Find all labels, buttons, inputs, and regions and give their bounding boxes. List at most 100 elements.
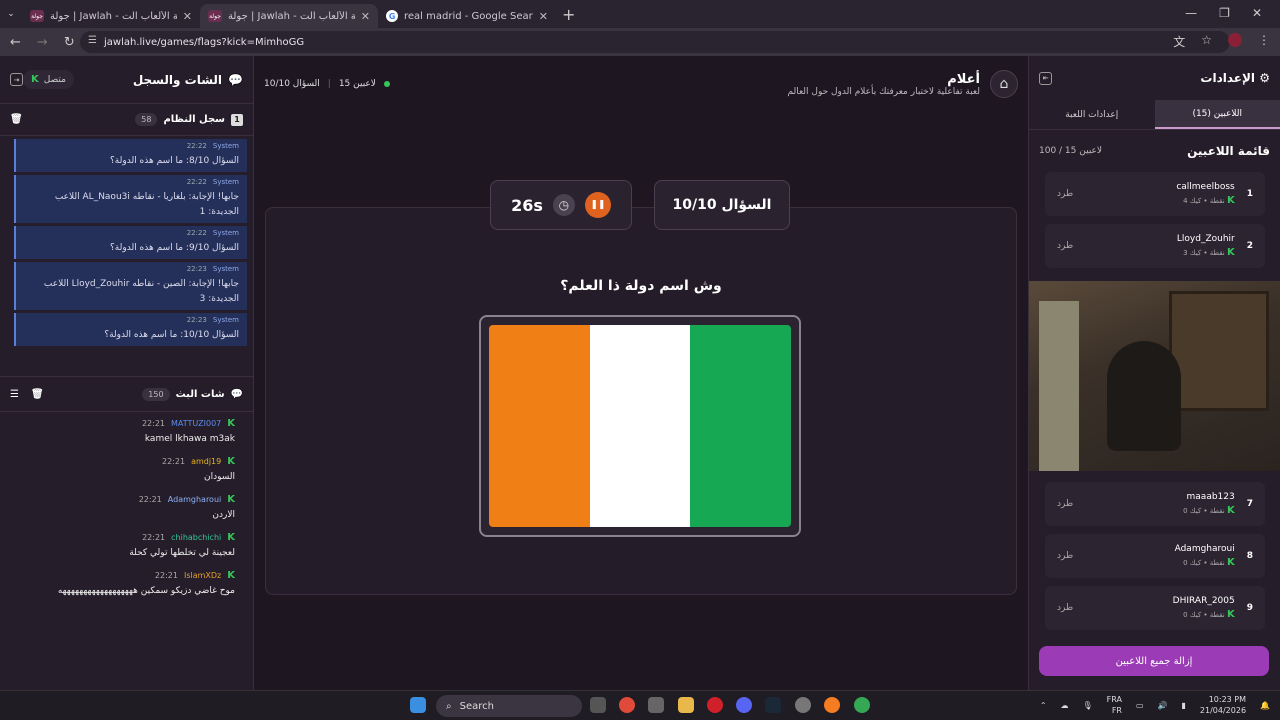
browser-tab-3[interactable]: Greal madrid - Google Search ✕ xyxy=(378,4,556,28)
bookshelf xyxy=(1169,291,1269,411)
address-bar[interactable]: ☰ jawlah.live/games/flags?kick=MimhoGG xyxy=(80,31,1230,53)
close-icon[interactable]: ✕ xyxy=(539,10,548,23)
restore-icon[interactable]: ❐ xyxy=(1219,6,1230,20)
chevron-up-icon[interactable]: ⌃ xyxy=(1040,701,1047,710)
reload-icon[interactable]: ↻ xyxy=(64,35,75,50)
message-text: لعجينة لي تخلطها تولي كحلة xyxy=(129,548,235,558)
player-row: طرد Adamgharoui 0 نقطة • كيك K8 xyxy=(1045,534,1265,578)
google-icon: G xyxy=(386,10,398,22)
system-message: 22:23 System السؤال 10/10: ما اسم هذه الدو… xyxy=(14,313,247,346)
kick-button[interactable]: طرد xyxy=(1057,189,1073,199)
browser-tab-2[interactable]: جولة جولة | Jawlah - منصة الألعاب الت... ✕ xyxy=(200,4,378,28)
message-time: 22:21 xyxy=(154,571,178,580)
chrome-active-icon[interactable] xyxy=(854,697,870,713)
file-explorer-icon[interactable] xyxy=(678,697,694,713)
system-message: 22:22 System السؤال 8/10: ما اسم هذه الدول… xyxy=(14,139,247,172)
network-icon[interactable]: ▭ xyxy=(1136,701,1144,710)
kick-icon: K xyxy=(227,418,235,429)
battery-icon[interactable]: ▮ xyxy=(1182,701,1186,710)
chrome-icon[interactable] xyxy=(619,697,635,713)
profile-icon[interactable] xyxy=(1228,33,1242,47)
chat-panel: ⇥ K متصل الشات والسجل 💬 🗑 58 سجل النظام 1 22… xyxy=(0,56,254,690)
cloud-icon[interactable]: ☁ xyxy=(1061,701,1069,710)
align-icon[interactable]: ☰ xyxy=(10,389,19,400)
firefox-icon[interactable] xyxy=(824,697,840,713)
forward-icon[interactable]: → xyxy=(37,35,48,50)
player-source: كيك xyxy=(1189,197,1202,205)
player-points: 4 نقطة xyxy=(1183,197,1225,205)
collapse-panel-icon[interactable]: ⇤ xyxy=(1039,71,1052,85)
flag-stripe-green xyxy=(690,325,791,527)
star-icon[interactable]: ☆ xyxy=(1201,33,1212,50)
collapse-panel-icon[interactable]: ⇥ xyxy=(10,73,23,86)
message-text: اللاعب AL_Naou3i جابها! الإجابة: بلغاريا… xyxy=(54,192,239,217)
kick-button[interactable]: طرد xyxy=(1057,551,1073,561)
chat-icon: 💬 xyxy=(228,72,243,87)
settings-tabs: إعدادات اللعبة اللاعبين (15) xyxy=(1029,100,1280,130)
timer-seconds: 26s xyxy=(511,195,543,215)
kick-icon: K xyxy=(31,74,39,85)
back-icon[interactable]: ← xyxy=(10,35,21,50)
flag-image xyxy=(489,325,791,527)
tab-game-settings[interactable]: إعدادات اللعبة xyxy=(1029,100,1155,129)
timer: 26s ◷ ❚❚ xyxy=(490,180,632,230)
close-icon[interactable]: ✕ xyxy=(361,10,370,23)
tab-players[interactable]: اللاعبين (15) xyxy=(1154,100,1280,129)
taskbar-search[interactable]: ⌕ Search xyxy=(436,695,582,717)
trash-icon[interactable]: 🗑 xyxy=(10,114,23,125)
snipping-tool-icon[interactable] xyxy=(648,697,664,713)
settings-app-icon[interactable] xyxy=(795,697,811,713)
remove-all-players-button[interactable]: إزالة جميع اللاعبين xyxy=(1039,646,1269,676)
clock-icon: ◷ xyxy=(552,194,575,216)
task-view-icon[interactable] xyxy=(590,697,606,713)
question-progress: السؤال 10/10 xyxy=(264,79,320,89)
online-dot xyxy=(383,81,390,87)
windows-start-icon[interactable] xyxy=(410,697,426,713)
chat-username[interactable]: chihabchichi xyxy=(171,533,221,542)
chat-username[interactable]: Adamgharoui xyxy=(168,495,221,504)
trash-icon[interactable]: 🗑 xyxy=(31,389,44,400)
message-text: الاردن xyxy=(212,510,235,520)
mic-icon[interactable]: 🎙 xyxy=(1083,701,1093,710)
steam-icon[interactable] xyxy=(765,697,781,713)
chat-username[interactable]: IslamXDz xyxy=(184,571,221,580)
discord-icon[interactable] xyxy=(736,697,752,713)
player-row: طرد callmeelboss 4 نقطة • كيك K1 xyxy=(1045,172,1265,216)
kick-button[interactable]: طرد xyxy=(1057,499,1073,509)
message-sender: System xyxy=(212,142,239,150)
site-info-icon[interactable]: ☰ xyxy=(88,35,97,46)
close-window-icon[interactable]: ✕ xyxy=(1252,6,1262,20)
menu-icon[interactable]: ⋮ xyxy=(1258,33,1270,50)
tab-search-icon[interactable]: ⌄ xyxy=(0,9,22,19)
chat-username[interactable]: amdj19 xyxy=(191,457,221,466)
notifications-icon[interactable]: 🔔 xyxy=(1260,701,1270,710)
message-text: kamel lkhawa m3ak xyxy=(144,434,235,444)
new-tab-icon[interactable]: + xyxy=(562,5,575,24)
taskbar: ⌕ Search ⌃ ☁ 🎙 FRA FR ▭ 🔊 ▮ 10:23 PM 21/04/… xyxy=(0,690,1280,720)
player-row: طرد DHIRAR_2005 0 نقطة • كيك K9 xyxy=(1045,586,1265,630)
volume-icon[interactable]: 🔊 xyxy=(1158,701,1168,710)
clock-date: 21/04/2026 xyxy=(1199,706,1247,715)
language-indicator[interactable]: FRA FR xyxy=(1107,694,1122,716)
kick-button[interactable]: طرد xyxy=(1057,241,1073,251)
message-time: 22:23 xyxy=(186,316,207,324)
chat-panel-header: ⇥ K متصل الشات والسجل 💬 xyxy=(0,56,253,104)
browser-tab-1[interactable]: جولة جولة | Jawlah - منصة الألعاب الت... ✕ xyxy=(22,4,200,28)
chat-username[interactable]: MATTUZI007 xyxy=(171,419,221,428)
game-header: السؤال 10/10 | 15 لاعبين أعلام لعبة تفاعلية… xyxy=(254,56,1028,112)
clock[interactable]: 10:23 PM 21/04/2026 xyxy=(1200,694,1246,716)
lang-code: FRA xyxy=(1106,695,1122,704)
close-icon[interactable]: ✕ xyxy=(183,10,192,23)
opera-icon[interactable] xyxy=(707,697,723,713)
minimize-icon[interactable]: — xyxy=(1185,6,1197,20)
settings-panel: ⇤ الإعدادات ⚙ إعدادات اللعبة اللاعبين (1… xyxy=(1028,56,1280,690)
kick-button[interactable]: طرد xyxy=(1057,603,1073,613)
translate-icon[interactable]: 文 xyxy=(1173,33,1185,50)
home-icon[interactable]: ⌂ xyxy=(990,70,1018,98)
window-controls: — ❐ ✕ xyxy=(1167,0,1280,26)
pause-button[interactable]: ❚❚ xyxy=(584,192,611,218)
game-subtitle: لعبة تفاعلية لاختبار معرفتك بأعلام الدول… xyxy=(787,86,980,97)
chat-icon: 💬 xyxy=(230,388,243,400)
system-tray: ⌃ ☁ 🎙 FRA FR ▭ 🔊 ▮ 10:23 PM 21/04/2026 🔔 xyxy=(1040,694,1270,716)
flag-stripe-white xyxy=(589,325,691,527)
